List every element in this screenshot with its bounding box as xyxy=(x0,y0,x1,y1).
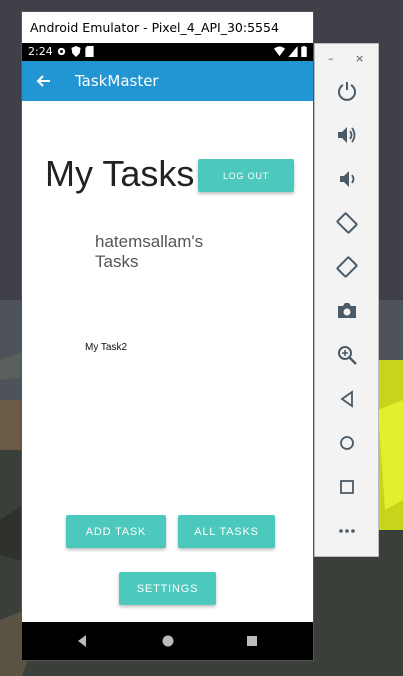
more-icon[interactable] xyxy=(336,520,358,542)
status-time: 2:24 xyxy=(28,45,53,58)
overview-icon[interactable] xyxy=(336,476,358,498)
rotate-left-icon[interactable] xyxy=(336,212,358,234)
shield-icon xyxy=(71,46,81,57)
main-content: My Tasks LOG OUT hatemsallam's Tasks My … xyxy=(22,101,313,622)
settings-icon xyxy=(57,47,66,56)
sd-card-icon xyxy=(85,46,94,57)
user-tasks-label: hatemsallam's Tasks xyxy=(95,232,204,271)
navigation-bar xyxy=(22,622,313,660)
minimize-button[interactable]: – xyxy=(328,52,334,65)
emulator-window: Android Emulator - Pixel_4_API_30:5554 2… xyxy=(22,12,313,660)
logout-button[interactable]: LOG OUT xyxy=(198,159,294,192)
signal-icon xyxy=(288,46,298,57)
wifi-icon xyxy=(274,46,285,57)
rotate-right-icon[interactable] xyxy=(336,256,358,278)
volume-up-icon[interactable] xyxy=(336,124,358,146)
back-icon[interactable] xyxy=(336,388,358,410)
battery-icon xyxy=(301,46,307,57)
all-tasks-button[interactable]: ALL TASKS xyxy=(178,515,275,548)
power-icon[interactable] xyxy=(336,80,358,102)
app-bar: TaskMaster xyxy=(22,61,313,101)
back-arrow-icon[interactable] xyxy=(34,71,54,91)
task-list-item[interactable]: My Task2 xyxy=(85,342,127,353)
emulator-side-panel: – × xyxy=(315,44,378,556)
zoom-icon[interactable] xyxy=(336,344,358,366)
app-title: TaskMaster xyxy=(75,72,159,90)
nav-back-icon[interactable] xyxy=(75,634,89,648)
page-title: My Tasks xyxy=(45,153,195,194)
status-bar: 2:24 xyxy=(22,43,313,61)
camera-icon[interactable] xyxy=(336,300,358,322)
add-task-button[interactable]: ADD TASK xyxy=(66,515,166,548)
window-title: Android Emulator - Pixel_4_API_30:5554 xyxy=(22,12,313,43)
nav-home-icon[interactable] xyxy=(161,634,175,648)
nav-overview-icon[interactable] xyxy=(245,634,259,648)
home-icon[interactable] xyxy=(336,432,358,454)
settings-button[interactable]: SETTINGS xyxy=(119,572,216,605)
volume-down-icon[interactable] xyxy=(336,168,358,190)
close-button[interactable]: × xyxy=(355,52,364,65)
